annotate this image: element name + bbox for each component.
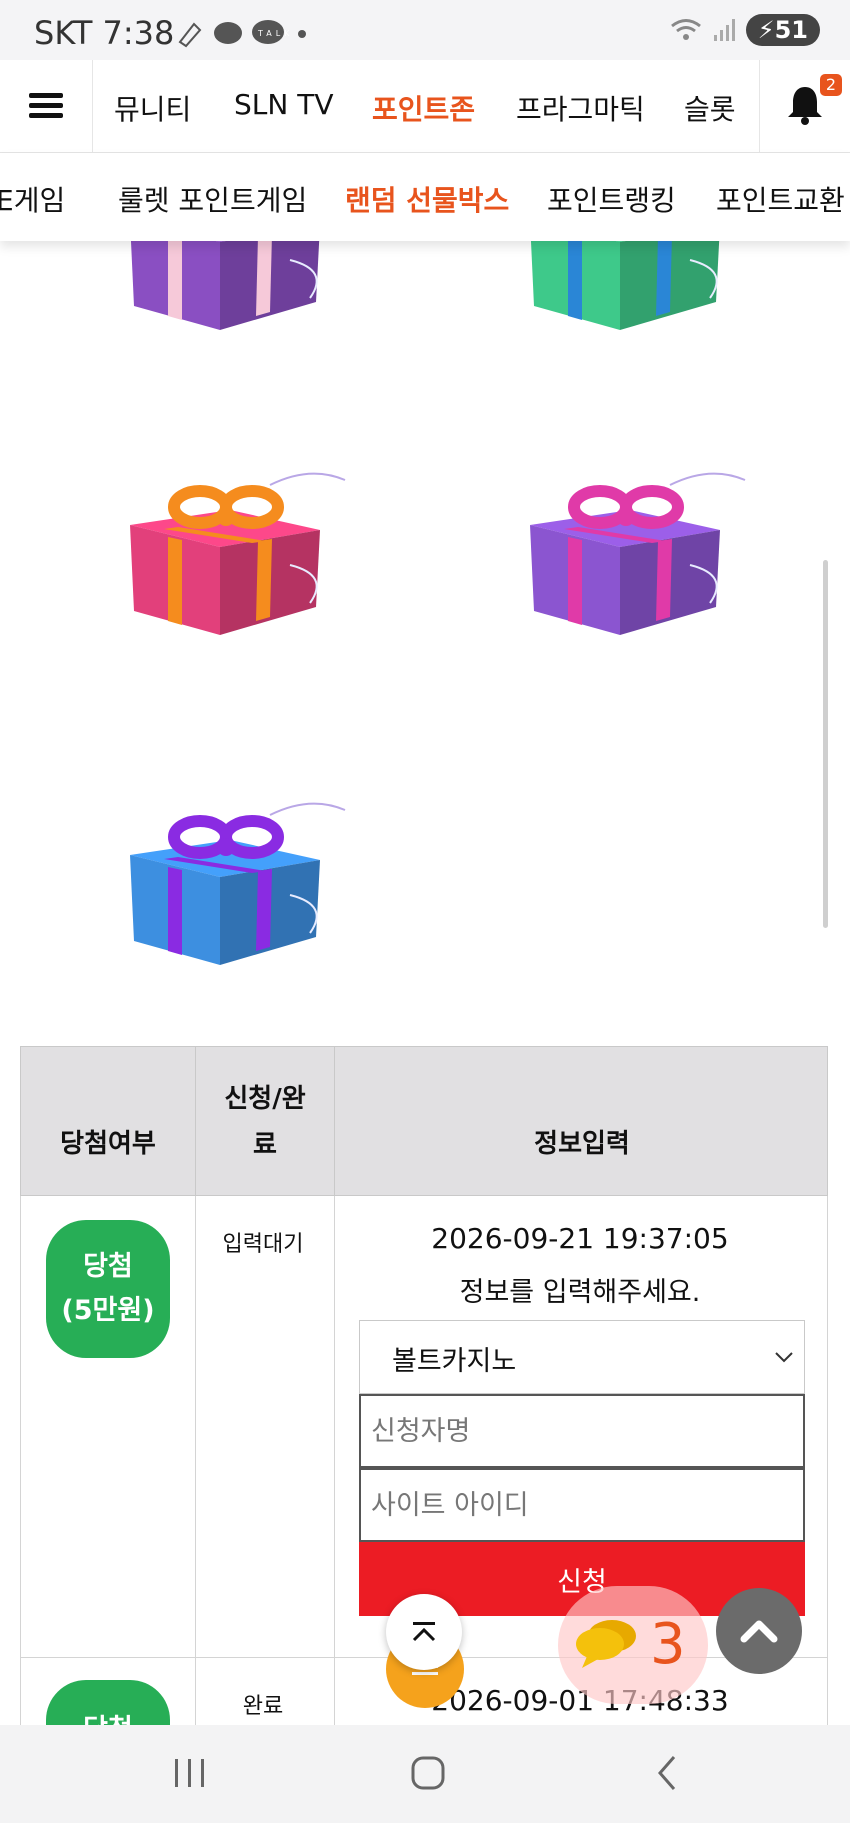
scroll-top-icon <box>412 1622 436 1642</box>
site-select[interactable]: 볼트카지노 <box>359 1320 805 1394</box>
site-id-input[interactable] <box>359 1468 805 1542</box>
nav-item-point-zone[interactable]: 포인트존 <box>372 88 475 128</box>
chevron-down-icon <box>775 1352 793 1363</box>
nav-item-slot[interactable]: 슬롯 <box>684 88 736 128</box>
gift-pink[interactable] <box>120 455 346 655</box>
bell-icon <box>788 87 822 125</box>
row-status: 완료 <box>242 1694 284 1719</box>
gift-violet[interactable] <box>520 455 746 655</box>
gift-box-icon <box>130 802 346 965</box>
notification-icons: TALK <box>176 18 326 54</box>
notification-icons-svg: TALK <box>178 20 306 48</box>
nav-item-sln-tv[interactable]: SLN TV <box>234 88 333 121</box>
hamburger-icon <box>29 93 63 119</box>
sub-nav-item-random-giftbox[interactable]: 랜덤 선물박스 <box>345 179 509 219</box>
table-row: 당첨 (5만원) 입력대기 2026-09-21 19:37:05 정보를 입력… <box>20 1196 828 1658</box>
win-badge: 당첨 (5만원) <box>46 1220 170 1358</box>
status-right: ⚡51 <box>670 14 820 46</box>
header-info-label: 정보입력 <box>534 1129 630 1159</box>
gift-box-icon <box>530 472 746 635</box>
header-result: 당첨여부 <box>21 1047 196 1197</box>
recent-apps-icon[interactable] <box>170 1755 210 1791</box>
top-nav-items: 뮤니티 SLN TV 포인트존 프라그마틱 슬롯 <box>92 60 758 152</box>
gift-blue[interactable] <box>120 785 346 985</box>
win-badge-label: 당첨 <box>83 1251 133 1282</box>
header-info: 정보입력 <box>335 1047 829 1197</box>
top-nav: 뮤니티 SLN TV 포인트존 프라그마틱 슬롯 2 <box>0 60 850 153</box>
chat-count: 3 <box>650 1612 686 1677</box>
header-status-label: 신청/완료 <box>224 1084 306 1160</box>
system-nav-bar <box>0 1725 850 1823</box>
battery-indicator: ⚡51 <box>745 14 820 46</box>
wifi-icon <box>670 19 701 40</box>
notification-bell-button[interactable]: 2 <box>759 60 850 152</box>
site-select-value: 볼트카지노 <box>392 1346 517 1377</box>
chat-bubble-button[interactable]: 3 <box>558 1586 708 1704</box>
table-header: 당첨여부 신청/완료 정보입력 <box>20 1046 829 1197</box>
row-message: 정보를 입력해주세요. <box>459 1277 701 1308</box>
row-date: 2026-09-21 19:37:05 <box>431 1222 729 1255</box>
nav-item-community[interactable]: 뮤니티 <box>114 88 191 128</box>
nav-item-pragmatic[interactable]: 프라그마틱 <box>516 88 645 128</box>
row-status: 입력대기 <box>222 1232 304 1257</box>
battery-level: 51 <box>774 16 808 44</box>
status-bar: SKT 7:38 TALK ⚡51 <box>0 0 850 60</box>
gift-box-icon <box>130 472 346 635</box>
chat-icon <box>576 1620 636 1668</box>
status-time: SKT 7:38 <box>34 14 175 52</box>
applicant-name-input[interactable] <box>359 1394 805 1468</box>
header-status: 신청/완료 <box>196 1047 335 1197</box>
back-icon[interactable] <box>652 1753 682 1793</box>
sub-nav-item-game[interactable]: E게임 <box>0 179 65 219</box>
sub-nav-item-point-ranking[interactable]: 포인트랭킹 <box>547 179 676 219</box>
signal-icon <box>713 19 735 41</box>
scrollbar[interactable] <box>823 560 828 928</box>
home-icon[interactable] <box>408 1753 448 1793</box>
win-badge-amount: (5만원) <box>61 1295 155 1326</box>
sub-nav-item-roulette[interactable]: 룰렛 포인트게임 <box>118 179 307 219</box>
sub-nav-item-point-exchange[interactable]: 포인트교환 <box>716 179 845 219</box>
scroll-top-small-button[interactable] <box>386 1594 462 1670</box>
header-result-label: 당첨여부 <box>60 1129 156 1159</box>
hamburger-menu-button[interactable] <box>0 60 93 152</box>
scroll-top-button[interactable] <box>716 1588 802 1674</box>
sub-nav: E게임 룰렛 포인트게임 랜덤 선물박스 포인트랭킹 포인트교환 <box>0 153 850 241</box>
notification-badge: 2 <box>820 74 842 96</box>
chevron-up-icon <box>740 1620 778 1643</box>
svg-text:TALK: TALK <box>257 29 293 38</box>
